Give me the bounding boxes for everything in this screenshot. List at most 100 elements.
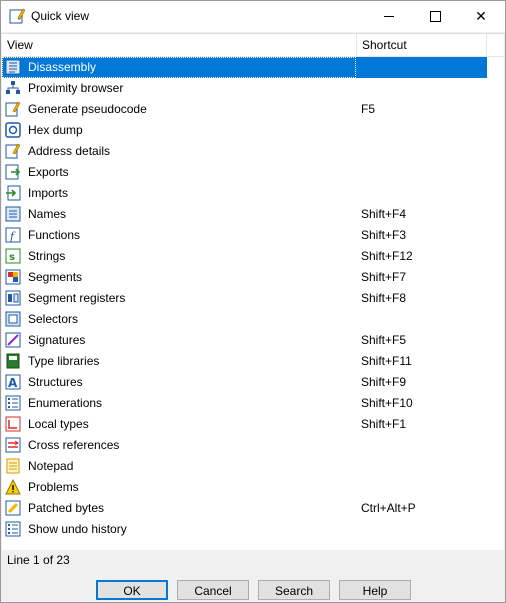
view-cell: Segments <box>2 267 356 288</box>
list-item[interactable]: Show undo history <box>2 519 504 540</box>
exports-icon <box>5 164 21 180</box>
close-icon: ✕ <box>475 8 487 24</box>
view-cell: Proximity browser <box>2 78 356 99</box>
list-item[interactable]: f Functions Shift+F3 <box>2 225 504 246</box>
svg-text:s: s <box>9 252 15 263</box>
list-item[interactable]: Disassembly <box>2 57 504 78</box>
list-item[interactable]: Proximity browser <box>2 78 504 99</box>
list-item[interactable]: Notepad <box>2 456 504 477</box>
shortcut-text <box>356 480 361 494</box>
title-bar[interactable]: Quick view ✕ <box>1 1 505 32</box>
view-cell: Type libraries <box>2 351 356 372</box>
list-item-label: Patched bytes <box>28 501 105 515</box>
status-bar: Line 1 of 23 <box>2 550 504 570</box>
shortcut-cell: Shift+F8 <box>356 288 487 309</box>
pseudocode-icon <box>5 101 21 117</box>
list-item[interactable]: Selectors <box>2 309 504 330</box>
functions-icon: f <box>5 227 21 243</box>
view-cell: Hex dump <box>2 120 356 141</box>
shortcut-text: Shift+F4 <box>361 207 407 221</box>
list-item[interactable]: Names Shift+F4 <box>2 204 504 225</box>
close-button[interactable]: ✕ <box>458 1 504 32</box>
list-item-label: Proximity browser <box>28 81 124 95</box>
list-item[interactable]: Problems <box>2 477 504 498</box>
structures-icon: A <box>5 374 21 390</box>
list-item-label: Strings <box>28 249 66 263</box>
view-cell: Exports <box>2 162 356 183</box>
list-item[interactable]: Patched bytes Ctrl+Alt+P <box>2 498 504 519</box>
shortcut-text: Shift+F3 <box>361 228 407 242</box>
signatures-icon <box>5 332 21 348</box>
minimize-button[interactable] <box>366 1 412 32</box>
list-item[interactable]: Signatures Shift+F5 <box>2 330 504 351</box>
list-item[interactable]: Exports <box>2 162 504 183</box>
shortcut-text: Shift+F1 <box>361 417 407 431</box>
list-item[interactable]: Generate pseudocode F5 <box>2 99 504 120</box>
cancel-button[interactable]: Cancel <box>177 580 249 600</box>
help-button[interactable]: Help <box>339 580 411 600</box>
search-button[interactable]: Search <box>258 580 330 600</box>
view-cell: Segment registers <box>2 288 356 309</box>
view-cell: Patched bytes <box>2 498 356 519</box>
problems-icon <box>5 479 21 495</box>
view-cell: Imports <box>2 183 356 204</box>
list-header: View Shortcut <box>2 34 504 57</box>
view-cell: Disassembly <box>2 57 356 78</box>
list-item-label: Selectors <box>28 312 79 326</box>
maximize-button[interactable] <box>412 1 458 32</box>
list-item-label: Address details <box>28 144 111 158</box>
notepad-icon <box>6 458 20 474</box>
list-item[interactable]: Type libraries Shift+F11 <box>2 351 504 372</box>
list-item[interactable]: Enumerations Shift+F10 <box>2 393 504 414</box>
button-bar: OK Cancel Search Help <box>1 575 505 602</box>
shortcut-text <box>356 81 361 95</box>
quick-view-icon <box>9 8 25 24</box>
list-item-label: Notepad <box>28 459 74 473</box>
shortcut-text <box>356 312 361 326</box>
view-cell: Cross references <box>2 435 356 456</box>
shortcut-cell <box>356 477 487 498</box>
list-item[interactable]: Address details <box>2 141 504 162</box>
list-item[interactable]: Cross references <box>2 435 504 456</box>
view-list[interactable]: View Shortcut Disassembly Proximity brows… <box>2 33 504 551</box>
maximize-icon <box>429 11 441 22</box>
address-details-icon <box>5 143 21 159</box>
status-text: Line 1 of 23 <box>7 553 70 567</box>
shortcut-text: Shift+F11 <box>361 354 412 368</box>
list-item[interactable]: Local types Shift+F1 <box>2 414 504 435</box>
list-item[interactable]: s Strings Shift+F12 <box>2 246 504 267</box>
quick-view-dialog: Quick view ✕ View Shortcut Disassembly Pr… <box>0 0 506 603</box>
view-cell: s Strings <box>2 246 356 267</box>
list-item[interactable]: A Structures Shift+F9 <box>2 372 504 393</box>
cross-references-icon <box>5 437 21 453</box>
list-item[interactable]: Segments Shift+F7 <box>2 267 504 288</box>
minimize-icon <box>384 16 394 17</box>
shortcut-cell: F5 <box>356 99 487 120</box>
shortcut-cell: Shift+F9 <box>356 372 487 393</box>
column-header-view[interactable]: View <box>2 34 357 56</box>
proximity-browser-icon <box>6 81 20 94</box>
list-item-label: Signatures <box>28 333 86 347</box>
segment-registers-icon <box>5 290 21 306</box>
ok-button[interactable]: OK <box>96 580 168 600</box>
shortcut-cell <box>356 183 487 204</box>
list-item-label: Cross references <box>28 438 120 452</box>
shortcut-text <box>356 60 361 74</box>
shortcut-text: Shift+F7 <box>361 270 407 284</box>
shortcut-cell: Shift+F4 <box>356 204 487 225</box>
list-item[interactable]: Imports <box>2 183 504 204</box>
list-item[interactable]: Hex dump <box>2 120 504 141</box>
view-cell: Generate pseudocode <box>2 99 356 120</box>
shortcut-cell: Shift+F3 <box>356 225 487 246</box>
shortcut-cell: Shift+F11 <box>356 351 487 372</box>
shortcut-cell: Shift+F12 <box>356 246 487 267</box>
column-header-shortcut[interactable]: Shortcut <box>357 34 487 56</box>
patched-bytes-icon <box>5 500 21 516</box>
shortcut-text: Shift+F9 <box>361 375 407 389</box>
list-item-label: Hex dump <box>28 123 83 137</box>
list-item[interactable]: Segment registers Shift+F8 <box>2 288 504 309</box>
strings-icon: s <box>5 248 21 264</box>
list-item-label: Functions <box>28 228 81 242</box>
shortcut-cell: Shift+F7 <box>356 267 487 288</box>
shortcut-cell <box>356 519 487 540</box>
